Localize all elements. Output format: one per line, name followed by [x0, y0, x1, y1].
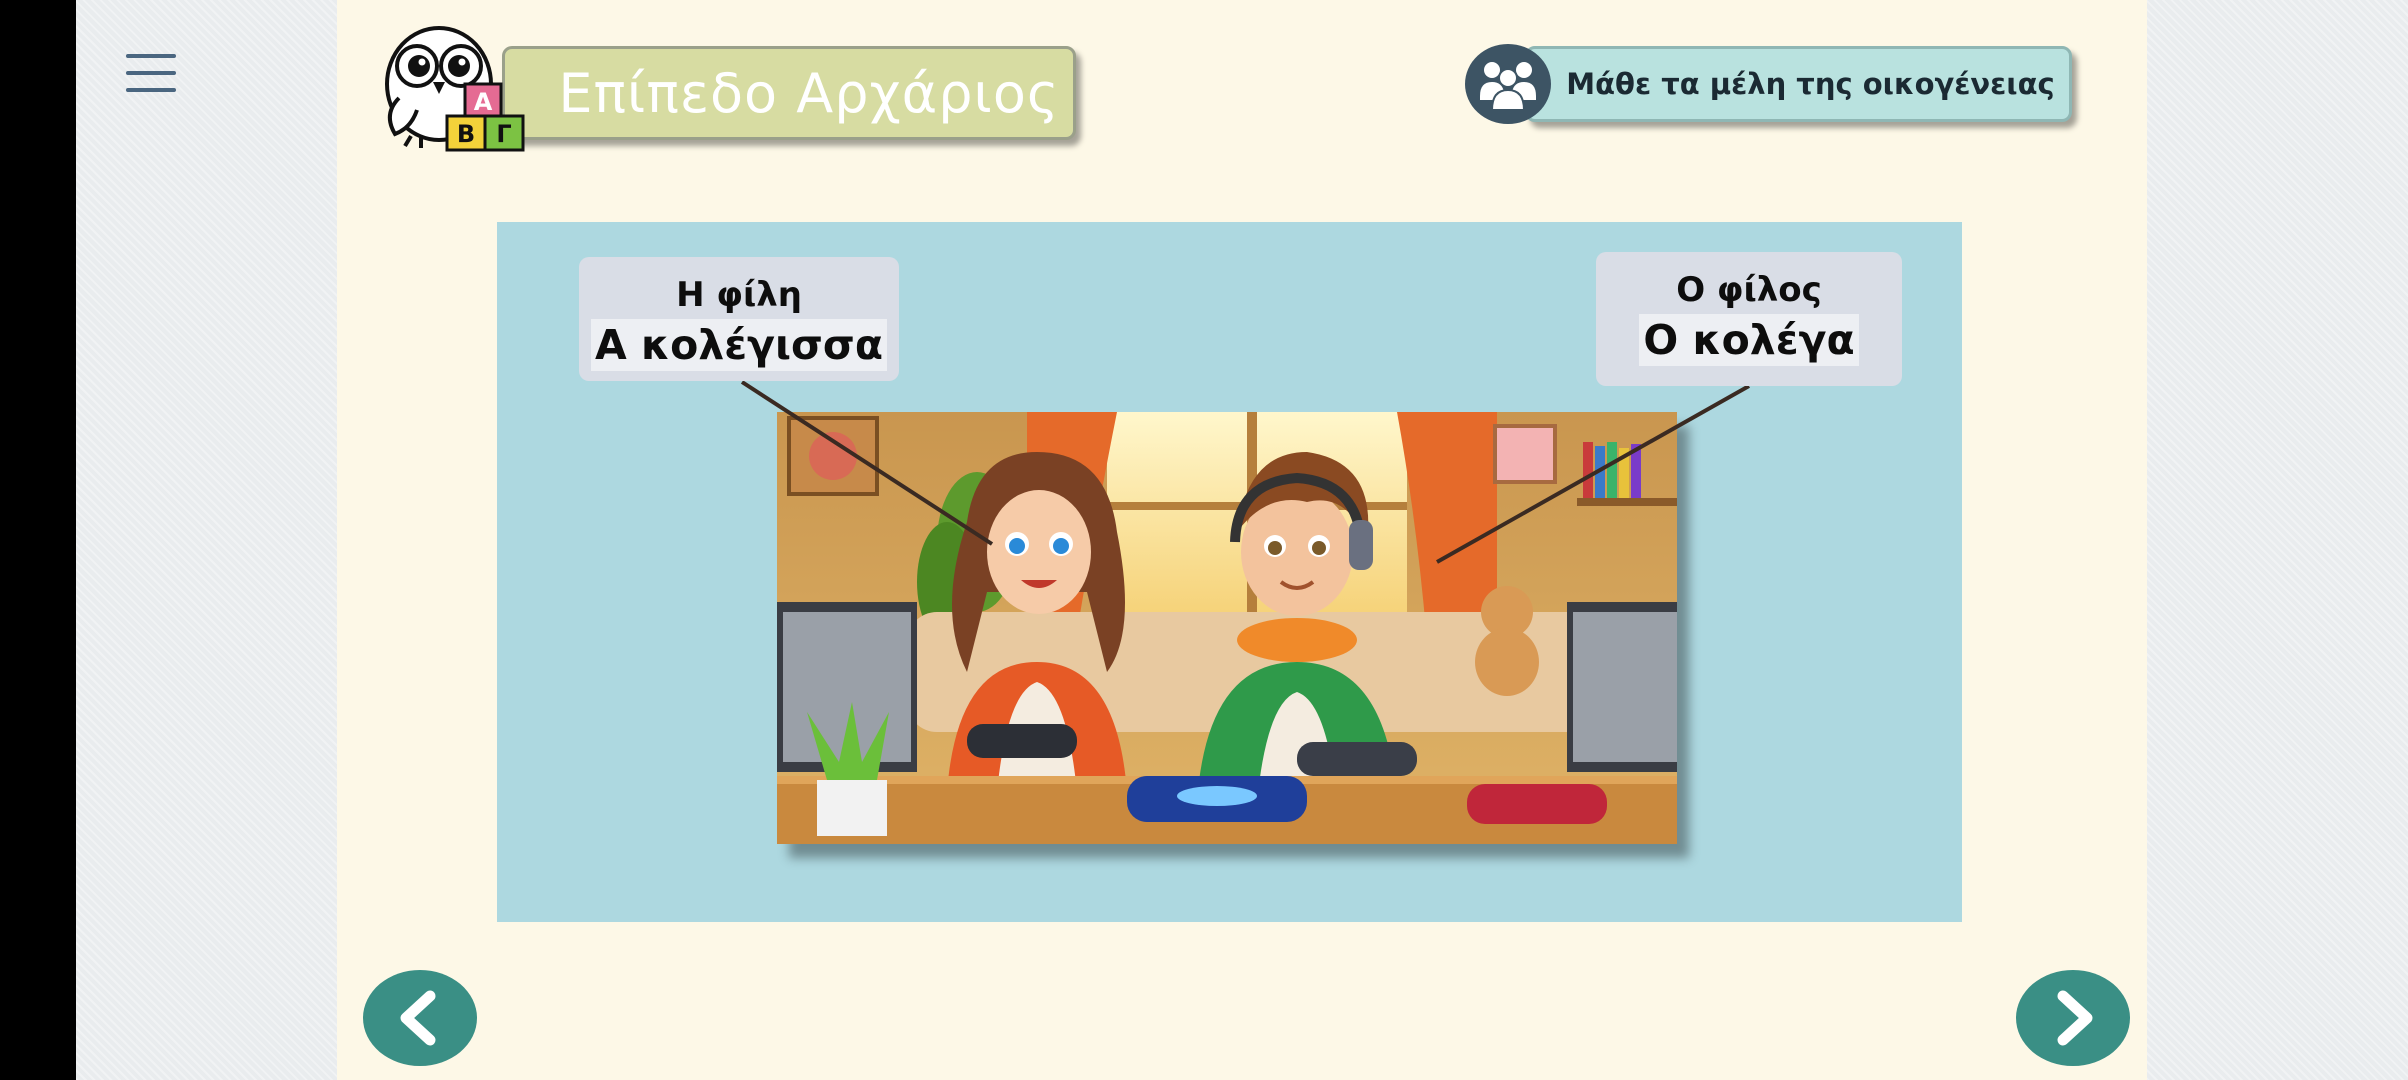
- previous-button[interactable]: [363, 970, 477, 1066]
- label-female-dialect: Α κολέγισσα: [590, 319, 887, 371]
- family-members-pill[interactable]: Μάθε τα μέλη της οικογένειας: [1525, 46, 2072, 122]
- vocabulary-panel: Η φίλη Α κολέγισσα Ο φίλος Ο κολέγα: [497, 222, 1962, 922]
- owl-logo-icon: Α Β Γ: [385, 26, 525, 152]
- scene-illustration: [777, 412, 1677, 844]
- logo-block-c: Γ: [496, 120, 511, 148]
- family-members-button[interactable]: Μάθε τα μέλη της οικογένειας: [1465, 44, 2085, 128]
- hamburger-menu-icon: [126, 54, 176, 58]
- menu-button[interactable]: [126, 52, 176, 94]
- logo-block-a: Α: [474, 88, 493, 116]
- level-banner: Επίπεδο Αρχάριος: [502, 46, 1076, 140]
- chevron-left-icon: [400, 990, 436, 1046]
- family-members-label: Μάθε τα μέλη της οικογένειας: [1566, 67, 2055, 101]
- lesson-page: Επίπεδο Αρχάριος Α Β Γ Μάθε τα μέλη της …: [337, 0, 2147, 1080]
- family-group-icon[interactable]: [1465, 44, 1551, 124]
- left-gutter: [76, 0, 337, 1080]
- chevron-right-icon: [2057, 990, 2093, 1046]
- device-edge-bar: [0, 0, 76, 1080]
- label-female-friend: Η φίλη Α κολέγισσα: [579, 257, 899, 381]
- label-female-standard: Η φίλη: [676, 275, 802, 315]
- logo-block-b: Β: [457, 120, 475, 148]
- level-title: Επίπεδο Αρχάριος: [558, 61, 1060, 125]
- right-gutter: [2147, 0, 2408, 1080]
- label-male-dialect: Ο κολέγα: [1639, 314, 1859, 366]
- label-male-friend: Ο φίλος Ο κολέγα: [1596, 252, 1902, 386]
- label-male-standard: Ο φίλος: [1676, 270, 1822, 310]
- next-button[interactable]: [2016, 970, 2130, 1066]
